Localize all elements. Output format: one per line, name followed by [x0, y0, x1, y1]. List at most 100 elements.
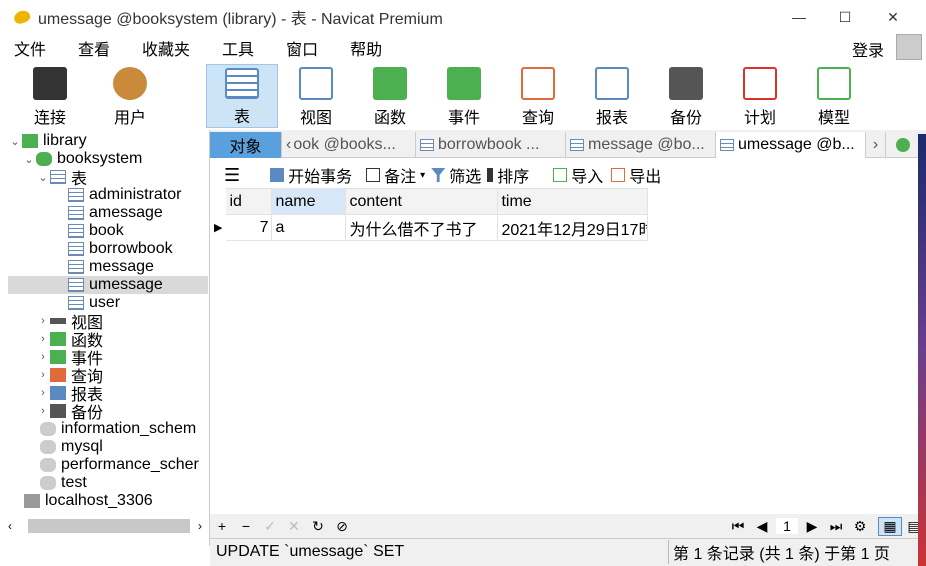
- connection-icon: [24, 494, 40, 508]
- navicat-logo-icon: [12, 8, 32, 26]
- scroll-left-icon[interactable]: ‹: [8, 519, 20, 533]
- table-icon: [68, 224, 84, 238]
- cell-time[interactable]: 2021年12月29日17时: [497, 214, 649, 241]
- tab-borrowbook[interactable]: borrowbook ...: [416, 132, 566, 158]
- column-header-name[interactable]: name: [271, 188, 347, 215]
- tree-table-amessage[interactable]: amessage: [68, 204, 163, 222]
- apply-changes-icon[interactable]: ✓: [258, 518, 282, 535]
- tree-db-mysql[interactable]: mysql: [40, 438, 103, 456]
- toolbar-view-button[interactable]: 视图: [280, 64, 352, 128]
- tree-table-borrowbook[interactable]: borrowbook: [68, 240, 173, 258]
- toolbar-query-button[interactable]: 查询: [502, 64, 574, 128]
- status-record-count: 第 1 条记录 (共 1 条) 于第 1 页: [668, 540, 890, 564]
- tabs-scroll-left-icon[interactable]: ‹: [286, 136, 291, 154]
- toolbar-connect-button[interactable]: 连接: [14, 64, 86, 128]
- table-icon: [50, 170, 66, 184]
- menu-file[interactable]: 文件: [14, 36, 46, 60]
- menu-help[interactable]: 帮助: [350, 36, 382, 60]
- delete-record-icon[interactable]: −: [234, 518, 258, 534]
- sort-button[interactable]: 排序: [487, 163, 529, 187]
- sort-icon: [487, 168, 494, 182]
- backup-icon: [669, 67, 703, 100]
- tab-umessage[interactable]: umessage @b...: [716, 132, 866, 158]
- scroll-right-icon[interactable]: ›: [198, 519, 210, 533]
- discard-changes-icon[interactable]: ✕: [282, 518, 306, 535]
- table-icon: [68, 242, 84, 256]
- tree-connection-library[interactable]: ⌄ library: [8, 132, 86, 150]
- tree-table-book[interactable]: book: [68, 222, 124, 240]
- menu-window[interactable]: 窗口: [286, 36, 318, 60]
- data-grid[interactable]: id name content time ▶ 7 a 为什么借不了书了 2021…: [209, 188, 926, 516]
- table-icon: [720, 139, 734, 151]
- toolbar-table-button[interactable]: 表: [206, 64, 278, 128]
- table-row[interactable]: ▶ 7 a 为什么借不了书了 2021年12月29日17时: [209, 214, 649, 241]
- tab-message[interactable]: message @bo...: [566, 132, 716, 158]
- memo-button[interactable]: 备注 ▾: [366, 163, 425, 187]
- toolbar-function-button[interactable]: 函数: [354, 64, 426, 128]
- navigation-tree[interactable]: ⌄ library ⌄ booksystem ⌄ 表 administrator am…: [0, 130, 210, 546]
- tab-book[interactable]: ‹ ook @books...: [282, 132, 416, 158]
- model-icon: [817, 67, 851, 100]
- last-page-icon[interactable]: ⏭: [824, 518, 848, 535]
- tree-table-message[interactable]: message: [68, 258, 154, 276]
- first-page-icon[interactable]: ⏮: [726, 518, 750, 535]
- status-bar: UPDATE `umessage` SET 第 1 条记录 (共 1 条) 于第…: [210, 538, 926, 566]
- toolbar-model-button[interactable]: 模型: [798, 64, 870, 128]
- grid-view-icon[interactable]: ▦: [878, 516, 902, 536]
- tree-db-performance-schema[interactable]: performance_scher: [40, 456, 199, 474]
- previous-page-icon[interactable]: ◀: [750, 518, 774, 535]
- row-indicator-header: [209, 188, 227, 215]
- cell-name[interactable]: a: [271, 214, 347, 241]
- toolbar-schedule-button[interactable]: 计划: [724, 64, 796, 128]
- tab-bar: 对象 ‹ ook @books... borrowbook ... message…: [210, 130, 926, 158]
- close-button[interactable]: ✕: [870, 0, 916, 34]
- glasses-icon: [299, 67, 333, 100]
- main-toolbar: 连接 用户 表 视图 函数 事件 查询 报表 备份 计划 模型: [0, 62, 926, 130]
- cell-id[interactable]: 7: [225, 214, 273, 241]
- column-header-time[interactable]: time: [497, 188, 649, 215]
- page-number-field[interactable]: 1: [776, 518, 798, 534]
- avatar[interactable]: [896, 34, 922, 60]
- menu-tools[interactable]: 工具: [222, 36, 254, 60]
- tree-db-information-schema[interactable]: information_schem: [40, 420, 196, 438]
- memo-icon: [366, 168, 381, 182]
- tree-table-administrator[interactable]: administrator: [68, 186, 181, 204]
- filter-button[interactable]: 筛选: [431, 163, 481, 187]
- login-button[interactable]: 登录: [852, 37, 884, 61]
- new-tab-icon[interactable]: [888, 132, 918, 158]
- tree-table-umessage[interactable]: umessage: [8, 276, 208, 294]
- table-icon: [68, 188, 84, 202]
- toolbar-user-button[interactable]: 用户: [94, 64, 166, 128]
- toolbar-event-button[interactable]: 事件: [428, 64, 500, 128]
- gear-icon[interactable]: ⚙: [848, 518, 872, 535]
- table-icon: [68, 296, 84, 310]
- hamburger-menu-icon[interactable]: ☰: [224, 165, 240, 186]
- cell-content[interactable]: 为什么借不了书了: [345, 214, 499, 241]
- refresh-icon[interactable]: ↻: [306, 518, 330, 535]
- tree-backups-group[interactable]: › 备份: [36, 402, 103, 422]
- maximize-button[interactable]: ☐: [822, 0, 868, 34]
- toolbar-backup-button[interactable]: 备份: [650, 64, 722, 128]
- chevron-down-icon: ▾: [420, 169, 426, 181]
- function-icon: [373, 67, 407, 100]
- toolbar-report-button[interactable]: 报表: [576, 64, 648, 128]
- menu-view[interactable]: 查看: [78, 36, 110, 60]
- tab-objects[interactable]: 对象: [210, 132, 282, 158]
- column-header-id[interactable]: id: [225, 188, 273, 215]
- scrollbar-thumb[interactable]: [28, 519, 190, 533]
- tabs-scroll-right-icon[interactable]: ›: [866, 132, 886, 158]
- column-header-content[interactable]: content: [345, 188, 499, 215]
- tree-connection-localhost[interactable]: localhost_3306: [24, 492, 153, 510]
- minimize-button[interactable]: —: [776, 0, 822, 34]
- backup-icon: [50, 404, 66, 418]
- tree-tables-group[interactable]: ⌄ 表: [36, 168, 87, 188]
- stop-icon[interactable]: ⊘: [330, 518, 354, 535]
- menu-favorites[interactable]: 收藏夹: [142, 36, 190, 60]
- tree-db-test[interactable]: test: [40, 474, 87, 492]
- begin-transaction-button[interactable]: 开始事务: [270, 163, 352, 187]
- export-button[interactable]: 导出: [611, 163, 661, 187]
- sidebar-horizontal-scrollbar[interactable]: ‹ ›: [8, 518, 210, 534]
- import-button[interactable]: 导入: [553, 163, 603, 187]
- add-record-icon[interactable]: +: [210, 518, 234, 534]
- next-page-icon[interactable]: ▶: [800, 518, 824, 535]
